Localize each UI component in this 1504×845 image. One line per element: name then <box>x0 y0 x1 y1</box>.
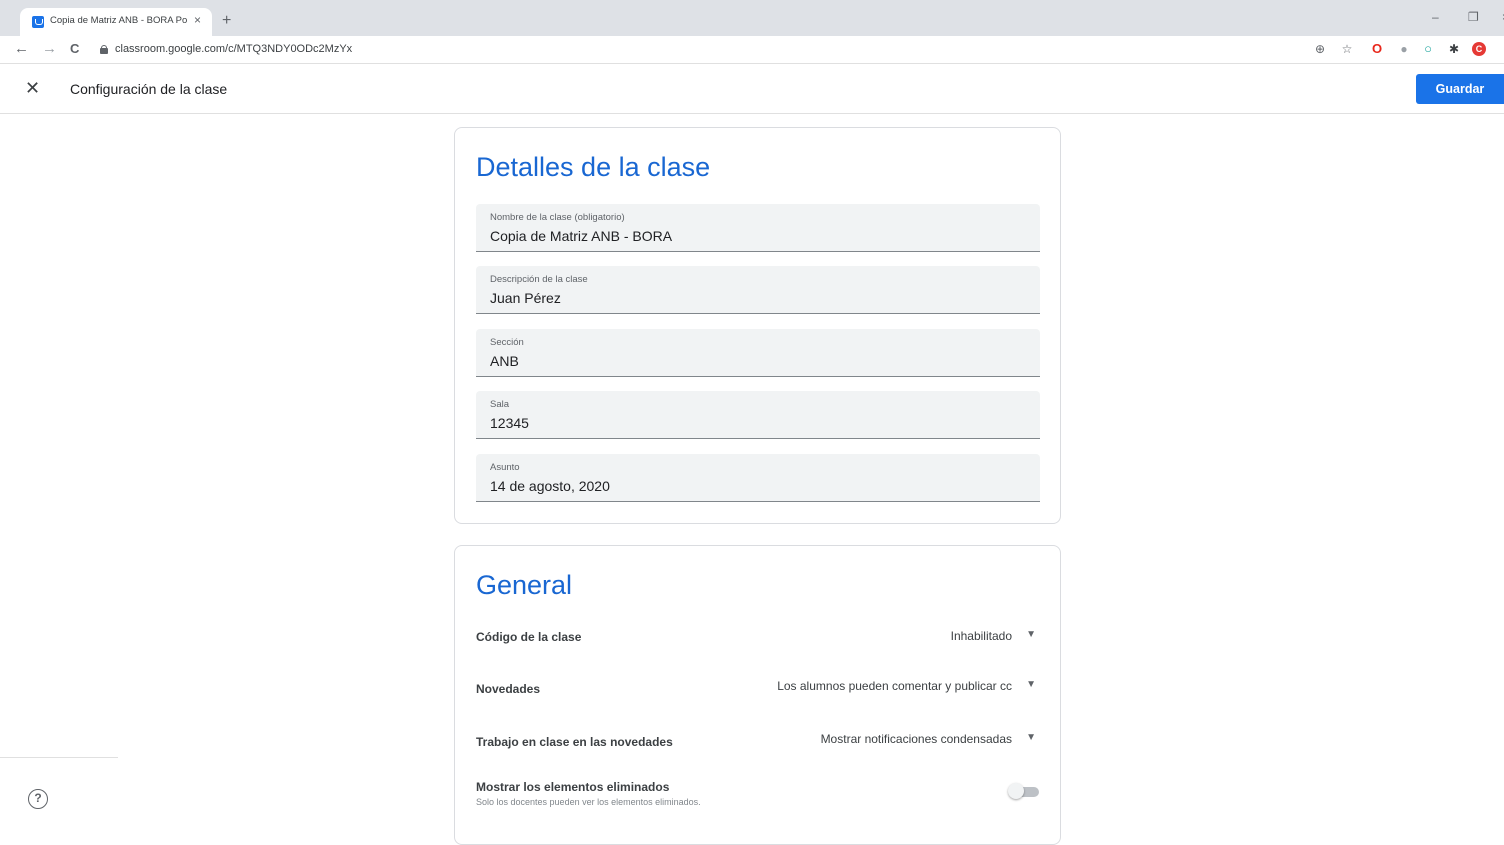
profile-avatar[interactable]: C <box>1472 42 1486 56</box>
row-label: Novedades <box>476 682 541 696</box>
field-label: Nombre de la clase (obligatorio) <box>490 212 625 223</box>
ext-teal-icon[interactable]: ○ <box>1421 42 1435 56</box>
general-card: General Código de la clase Inhabilitado … <box>454 545 1061 845</box>
tab-close-icon[interactable]: × <box>194 13 201 27</box>
field-value: Copia de Matriz ANB - BORA <box>490 228 673 244</box>
app-header: ✕ Configuración de la clase Guardar <box>0 65 1504 114</box>
forward-button[interactable]: → <box>42 41 57 57</box>
minimize-button[interactable]: – <box>1432 10 1439 24</box>
subject-field[interactable]: Asunto 14 de agosto, 2020 <box>476 454 1040 502</box>
chevron-down-icon[interactable]: ▼ <box>1026 679 1036 690</box>
page-title: Configuración de la clase <box>70 81 228 97</box>
stream-row: Novedades Los alumnos pueden comentar y … <box>476 676 1040 700</box>
field-label: Sala <box>490 399 510 410</box>
opera-icon[interactable]: O <box>1370 42 1384 56</box>
class-details-card: Detalles de la clase Nombre de la clase … <box>454 127 1061 524</box>
new-tab-button[interactable]: + <box>222 13 231 29</box>
close-icon[interactable]: ✕ <box>25 79 40 97</box>
divider <box>0 757 118 758</box>
star-icon[interactable]: ☆ <box>1340 42 1354 56</box>
row-label: Código de la clase <box>476 630 582 644</box>
class-code-select[interactable]: Inhabilitado <box>951 629 1012 643</box>
classwork-stream-row: Trabajo en clase en las novedades Mostra… <box>476 729 1040 753</box>
class-description-field[interactable]: Descripción de la clase Juan Pérez <box>476 266 1040 314</box>
reload-button[interactable]: C <box>70 41 79 57</box>
row-label: Trabajo en clase en las novedades <box>476 735 673 749</box>
help-icon[interactable]: ? <box>28 789 48 809</box>
browser-tab[interactable]: Copia de Matriz ANB - BORA Po × <box>20 8 212 36</box>
browser-toolbar: ← → C classroom.google.com/c/MTQ3NDY0ODc… <box>0 36 1504 64</box>
room-field[interactable]: Sala 12345 <box>476 391 1040 439</box>
address-bar[interactable]: classroom.google.com/c/MTQ3NDY0ODc2MzYx <box>115 43 352 55</box>
stream-permissions-select[interactable]: Los alumnos pueden comentar y publicar c… <box>777 679 1012 693</box>
maximize-button[interactable]: ❐ <box>1468 10 1479 24</box>
field-value: 14 de agosto, 2020 <box>490 478 610 494</box>
row-label: Mostrar los elementos eliminados <box>476 780 670 794</box>
show-deleted-toggle[interactable] <box>1008 783 1040 799</box>
save-button[interactable]: Guardar <box>1416 74 1504 104</box>
row-sublabel: Solo los docentes pueden ver los element… <box>476 797 701 807</box>
section-field[interactable]: Sección ANB <box>476 329 1040 377</box>
tab-strip: Copia de Matriz ANB - BORA Po × + – ❐ × <box>0 0 1504 36</box>
field-value: Juan Pérez <box>490 290 561 306</box>
section-title-details: Detalles de la clase <box>476 152 711 182</box>
classwork-notifications-select[interactable]: Mostrar notificaciones condensadas <box>821 732 1012 746</box>
lock-icon <box>100 45 108 54</box>
classroom-favicon-icon <box>32 16 44 28</box>
field-label: Sección <box>490 337 524 348</box>
tab-title: Copia de Matriz ANB - BORA Po <box>50 15 188 26</box>
chevron-down-icon[interactable]: ▼ <box>1026 732 1036 743</box>
back-button[interactable]: ← <box>14 41 29 57</box>
deleted-items-row: Mostrar los elementos eliminados Solo lo… <box>476 776 1040 816</box>
puzzle-icon[interactable]: ✱ <box>1447 42 1461 56</box>
section-title-general: General <box>476 570 573 600</box>
chevron-down-icon[interactable]: ▼ <box>1026 629 1036 640</box>
field-value: ANB <box>490 353 519 369</box>
field-label: Descripción de la clase <box>490 274 588 285</box>
field-label: Asunto <box>490 462 520 473</box>
class-code-row: Código de la clase Inhabilitado ▼ <box>476 626 1040 650</box>
class-name-field[interactable]: Nombre de la clase (obligatorio) Copia d… <box>476 204 1040 252</box>
field-value: 12345 <box>490 415 529 431</box>
zoom-icon[interactable]: ⊕ <box>1313 42 1327 56</box>
browser-window: Copia de Matriz ANB - BORA Po × + – ❐ × … <box>0 0 1504 845</box>
ext-gray-icon[interactable]: ● <box>1397 42 1411 56</box>
